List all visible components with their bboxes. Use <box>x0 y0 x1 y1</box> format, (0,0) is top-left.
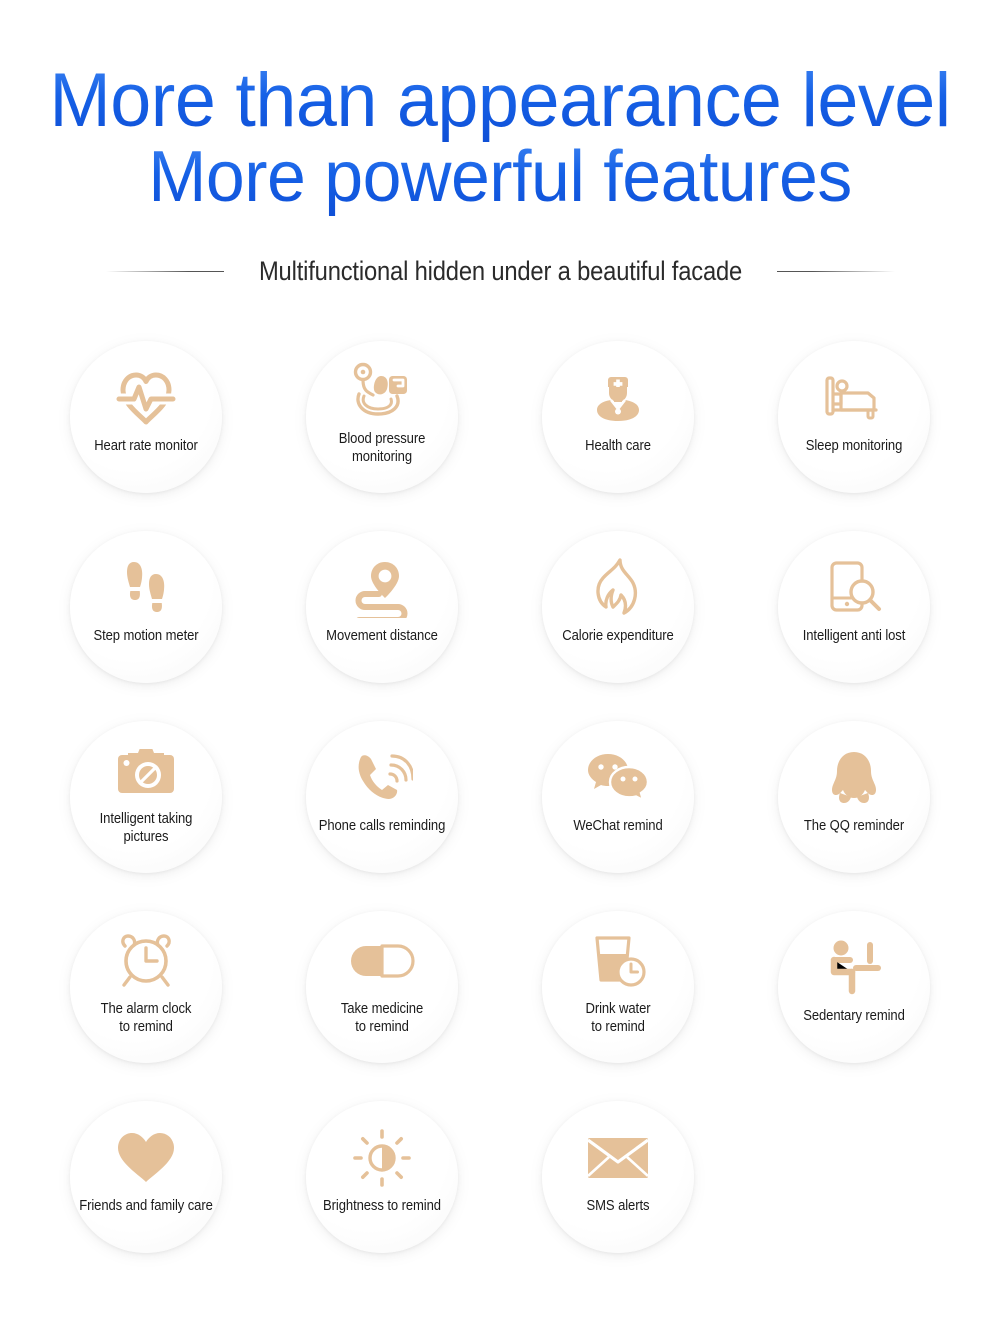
feature-cell: Step motion meter <box>28 530 264 683</box>
feature-cell: Calorie expenditure <box>500 530 736 683</box>
feature-cell: Health care <box>500 340 736 493</box>
feature-label: Take medicine to remind <box>340 1000 424 1036</box>
feature-label: Movement distance <box>326 627 438 644</box>
qq-penguin-icon <box>818 748 890 808</box>
feature-cell: Movement distance <box>264 530 500 683</box>
feature-grid: Heart rate monitor Blood pressure monitor… <box>0 340 1000 1253</box>
sedentary-person-icon <box>818 938 890 998</box>
wechat-icon <box>582 748 654 808</box>
feature-item-pill-capsule[interactable]: Take medicine to remind <box>306 910 458 1063</box>
feature-item-brightness-sun[interactable]: Brightness to remind <box>306 1100 458 1253</box>
feature-item-phone-search[interactable]: Intelligent anti lost <box>778 530 930 683</box>
feature-item-water-glass-clock[interactable]: Drink water to remind <box>542 910 694 1063</box>
feature-item-flame[interactable]: Calorie expenditure <box>542 530 694 683</box>
hero-header: More than appearance level More powerful… <box>0 0 1000 287</box>
feature-cell: Heart rate monitor <box>28 340 264 493</box>
feature-item-sleep-bed[interactable]: Sleep monitoring <box>778 340 930 493</box>
feature-cell: Take medicine to remind <box>264 910 500 1063</box>
feature-item-wechat[interactable]: WeChat remind <box>542 720 694 873</box>
feature-label: WeChat remind <box>573 817 663 834</box>
feature-label: Friends and family care <box>79 1197 213 1214</box>
alarm-clock-icon <box>110 931 182 991</box>
footsteps-icon <box>110 558 182 618</box>
camera-icon <box>110 741 182 801</box>
health-care-icon <box>582 368 654 428</box>
subtitle-row: Multifunctional hidden under a beautiful… <box>0 256 1000 287</box>
feature-cell: Blood pressure monitoring <box>264 340 500 493</box>
feature-label: Calorie expenditure <box>562 627 674 644</box>
feature-cell: Sedentary remind <box>736 910 972 1063</box>
feature-label: Blood pressure monitoring <box>338 430 426 466</box>
feature-cell: Brightness to remind <box>264 1100 500 1253</box>
envelope-icon <box>582 1128 654 1188</box>
feature-label: The QQ reminder <box>803 817 905 834</box>
feature-cell: Phone calls reminding <box>264 720 500 873</box>
sleep-bed-icon <box>818 368 890 428</box>
feature-cell: Friends and family care <box>28 1100 264 1253</box>
feature-item-sedentary-person[interactable]: Sedentary remind <box>778 910 930 1063</box>
subtitle-rule-right <box>776 270 895 272</box>
feature-item-qq-penguin[interactable]: The QQ reminder <box>778 720 930 873</box>
feature-label: Intelligent anti lost <box>802 627 906 644</box>
page-title-line1: More than appearance level <box>15 58 985 143</box>
page-subtitle: Multifunctional hidden under a beautiful… <box>258 255 742 286</box>
heart-rate-icon <box>110 368 182 428</box>
feature-label: Health care <box>585 437 651 454</box>
feature-label: Sedentary remind <box>803 1007 905 1024</box>
feature-cell: The QQ reminder <box>736 720 972 873</box>
heart-filled-icon <box>110 1128 182 1188</box>
feature-label: The alarm clock to remind <box>100 1000 192 1036</box>
phone-search-icon <box>818 558 890 618</box>
feature-cell: The alarm clock to remind <box>28 910 264 1063</box>
feature-label: Sleep monitoring <box>805 437 903 454</box>
feature-cell: SMS alerts <box>500 1100 736 1253</box>
feature-item-footsteps[interactable]: Step motion meter <box>70 530 222 683</box>
feature-item-heart-rate[interactable]: Heart rate monitor <box>70 340 222 493</box>
subtitle-rule-left <box>105 270 224 272</box>
feature-label: Brightness to remind <box>323 1197 441 1214</box>
brightness-sun-icon <box>346 1128 418 1188</box>
map-pin-path-icon <box>346 558 418 618</box>
feature-label: Phone calls reminding <box>318 817 446 834</box>
feature-cell: Intelligent anti lost <box>736 530 972 683</box>
feature-label: Intelligent taking pictures <box>99 810 193 846</box>
feature-label: Heart rate monitor <box>94 437 198 454</box>
feature-item-camera[interactable]: Intelligent taking pictures <box>70 720 222 873</box>
water-glass-clock-icon <box>582 931 654 991</box>
feature-item-envelope[interactable]: SMS alerts <box>542 1100 694 1253</box>
flame-icon <box>582 558 654 618</box>
feature-item-phone-call[interactable]: Phone calls reminding <box>306 720 458 873</box>
feature-cell: Sleep monitoring <box>736 340 972 493</box>
page-title-line2: More powerful features <box>15 137 985 218</box>
feature-label: Step motion meter <box>93 627 199 644</box>
pill-capsule-icon <box>346 931 418 991</box>
feature-cell: Drink water to remind <box>500 910 736 1063</box>
phone-call-icon <box>346 748 418 808</box>
feature-label: SMS alerts <box>586 1197 650 1214</box>
feature-label: Drink water to remind <box>585 1000 651 1036</box>
feature-item-heart-filled[interactable]: Friends and family care <box>70 1100 222 1253</box>
feature-cell: Intelligent taking pictures <box>28 720 264 873</box>
feature-cell: WeChat remind <box>500 720 736 873</box>
feature-item-health-care[interactable]: Health care <box>542 340 694 493</box>
feature-item-map-pin-path[interactable]: Movement distance <box>306 530 458 683</box>
feature-item-blood-pressure[interactable]: Blood pressure monitoring <box>306 340 458 493</box>
feature-item-alarm-clock[interactable]: The alarm clock to remind <box>70 910 222 1063</box>
blood-pressure-icon <box>346 361 418 421</box>
